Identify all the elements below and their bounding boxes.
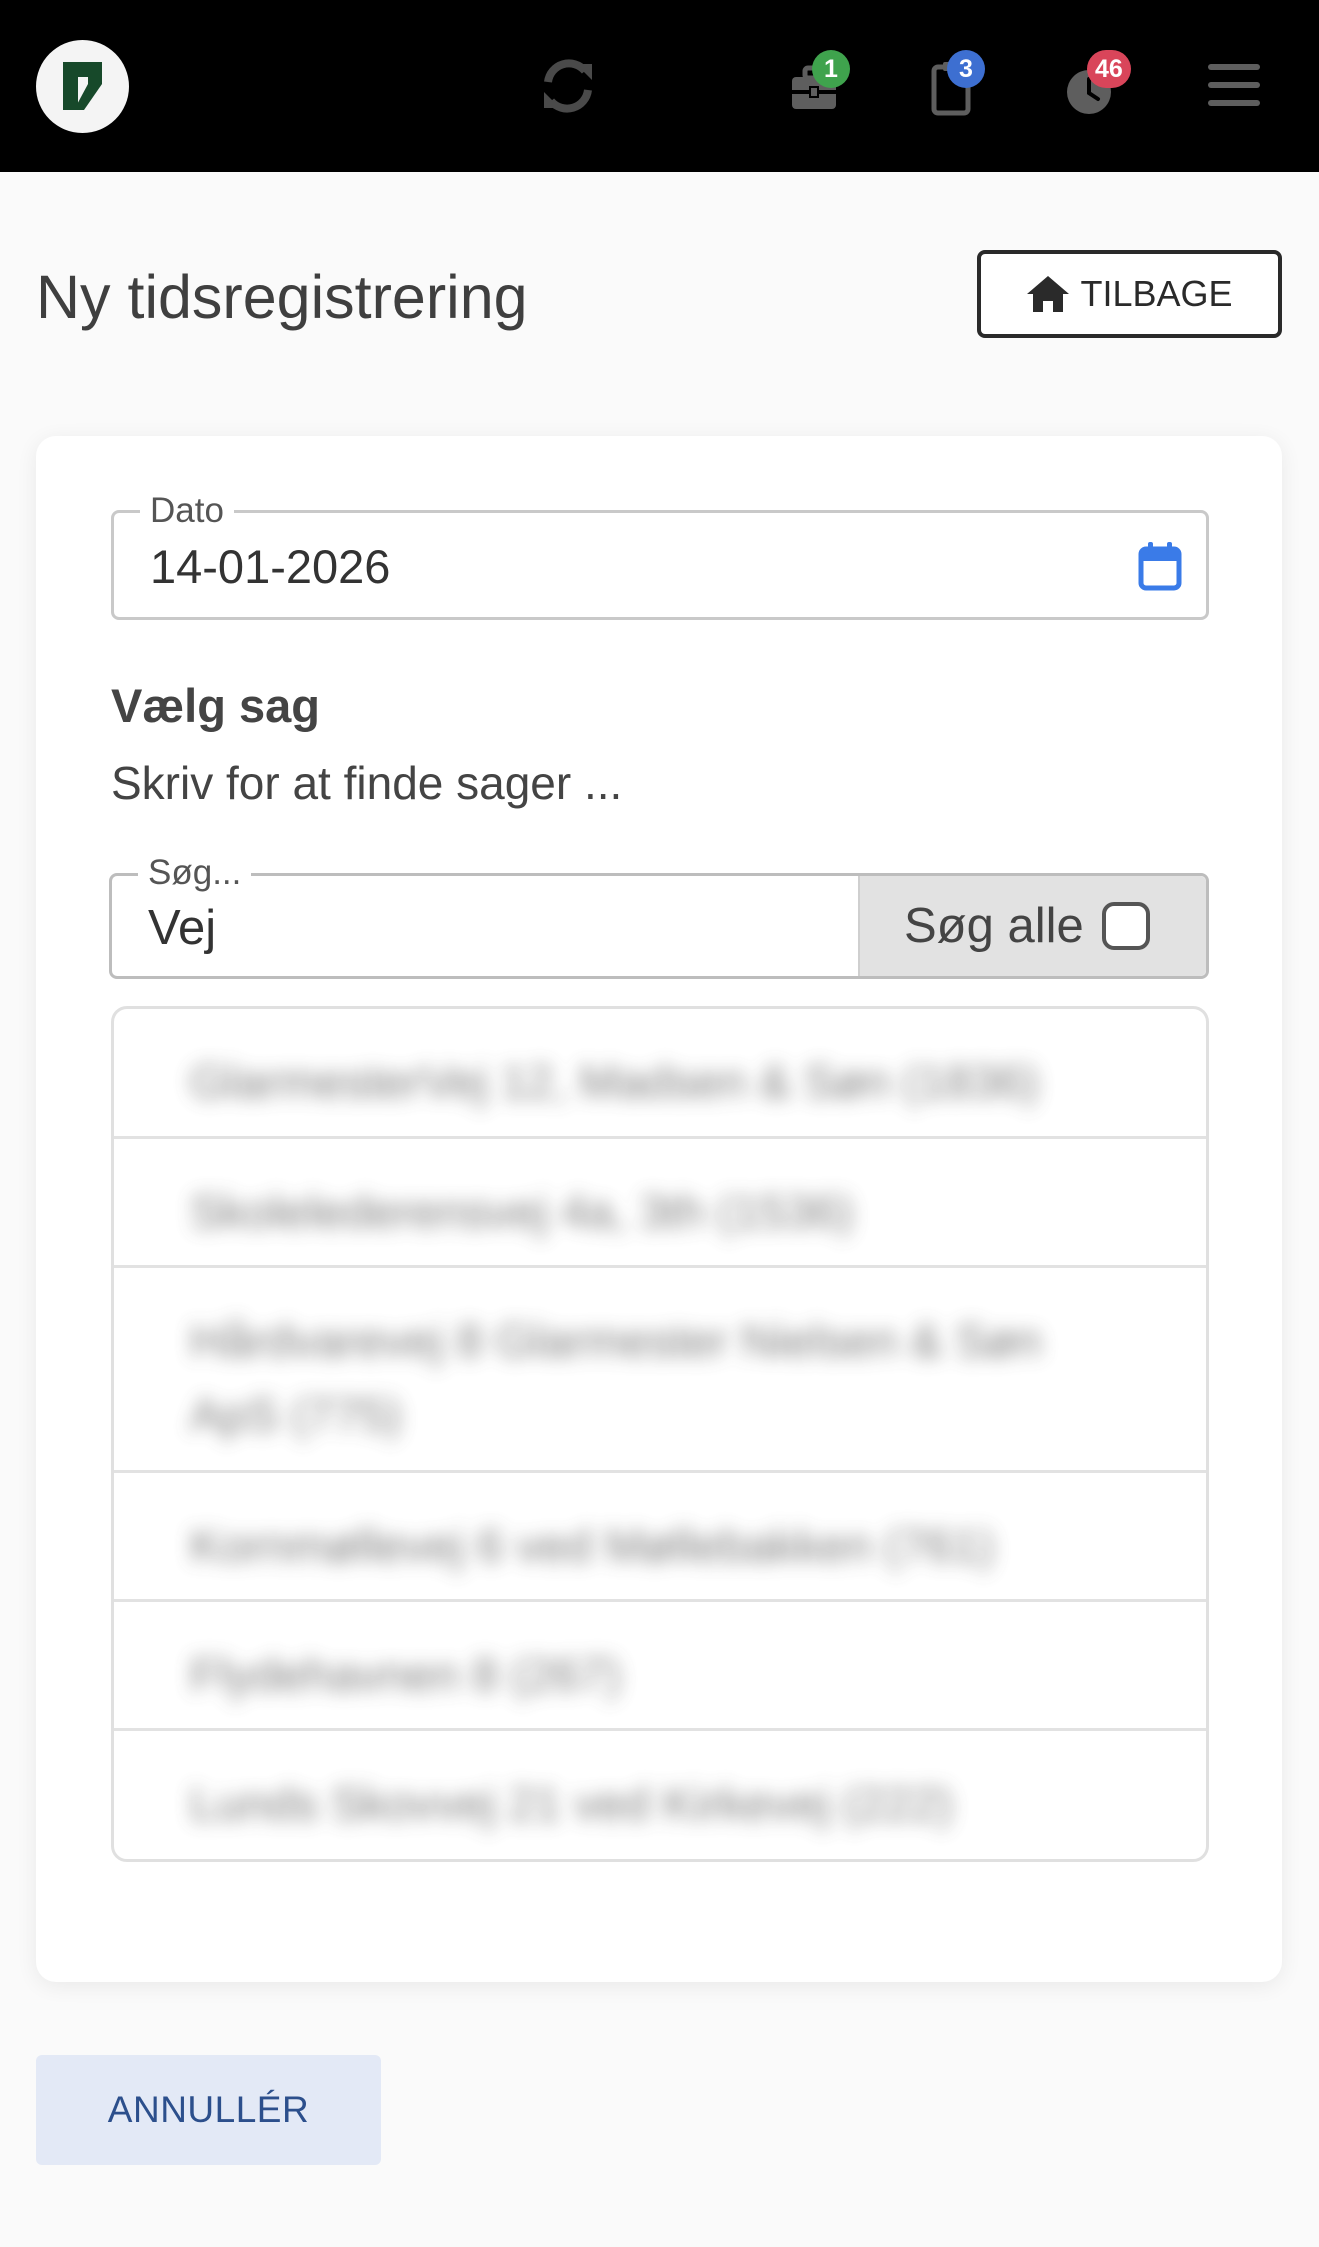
hamburger-menu-icon[interactable] <box>1208 62 1260 108</box>
case-results-list: Glarmester­Vej 12, Madsen & Søn (1836) S… <box>111 1006 1209 1862</box>
case-search-group: Søg... Vej Søg alle <box>109 853 1209 979</box>
list-item-label: Flydehavnen 8 (267) <box>190 1648 622 1701</box>
jobs-count-badge: 1 <box>812 50 850 88</box>
list-item[interactable]: Kornmøllevej 6 ved Møllebakken (761) <box>114 1473 1206 1602</box>
search-all-toggle[interactable]: Søg alle <box>858 876 1206 976</box>
search-input[interactable]: Vej <box>148 900 216 956</box>
cancel-button[interactable]: ANNULLÉR <box>36 2055 381 2165</box>
date-field-label: Dato <box>140 491 234 531</box>
search-all-label: Søg alle <box>904 899 1084 953</box>
date-field-value: 14-01-2026 <box>150 540 391 593</box>
sync-icon[interactable] <box>538 54 598 118</box>
list-item-label: Glarmester­Vej 12, Madsen & Søn (1836) <box>190 1055 1040 1108</box>
page-title: Ny tidsregistrering <box>36 263 528 331</box>
logo-icon[interactable] <box>36 40 129 133</box>
list-item-label: Kornmøllevej 6 ved Møllebakken (761) <box>190 1519 995 1572</box>
list-item[interactable]: Flydehavnen 8 (267) <box>114 1602 1206 1731</box>
tasks-count-badge: 3 <box>947 50 985 88</box>
case-section-hint: Skriv for at finde sager ... <box>111 757 623 809</box>
list-item[interactable]: Hårdvare­vej 8 Glarmester Nielsen & Søn … <box>114 1268 1206 1473</box>
time-count-badge: 46 <box>1087 50 1131 88</box>
back-button[interactable]: TILBAGE <box>977 250 1282 338</box>
list-item-label: Hårdvare­vej 8 Glarmester Nielsen & Søn … <box>190 1314 1042 1441</box>
date-field[interactable]: Dato 14-01-2026 <box>111 491 1209 620</box>
list-item[interactable]: Glarmester­Vej 12, Madsen & Søn (1836) <box>114 1009 1206 1139</box>
case-section-heading: Vælg sag <box>111 679 320 732</box>
list-item[interactable]: Skolelederens­vej 4a, 3th (1536) <box>114 1139 1206 1268</box>
search-all-checkbox[interactable] <box>1101 902 1150 950</box>
list-item-label: Lunds Skovvej 21 ved Kirkevej (222) <box>190 1777 953 1830</box>
list-item-label: Skolelederens­vej 4a, 3th (1536) <box>190 1185 854 1238</box>
calendar-icon[interactable] <box>1138 541 1182 591</box>
list-item[interactable]: Lunds Skovvej 21 ved Kirkevej (222) <box>114 1731 1206 1859</box>
top-navigation-bar: 1 3 46 <box>0 0 1319 172</box>
back-button-label: TILBAGE <box>1080 273 1233 314</box>
home-icon <box>1027 276 1070 312</box>
search-input-label: Søg... <box>138 853 252 893</box>
cancel-button-label: ANNULLÉR <box>107 2089 310 2130</box>
